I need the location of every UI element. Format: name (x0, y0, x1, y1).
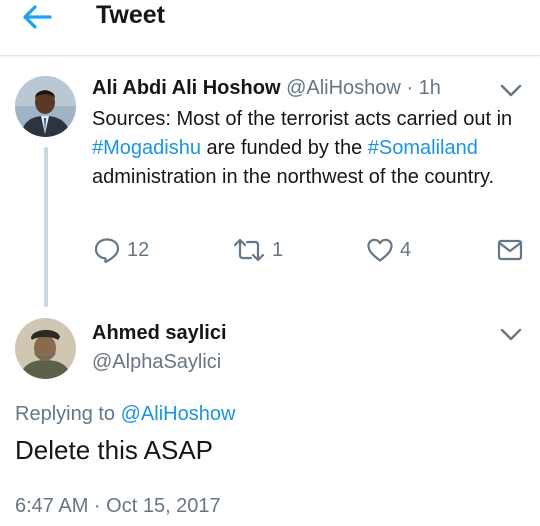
reply-author-name[interactable]: Ahmed saylici (92, 321, 227, 345)
tweet-text-part3: administration in the northwest of the c… (92, 166, 495, 188)
avatar-ahmed-saylici[interactable] (15, 318, 76, 379)
mention-link[interactable]: @AliHoshow (121, 403, 236, 425)
chevron-down-icon (500, 328, 522, 341)
retweet-icon (233, 238, 265, 262)
tweet-menu-button[interactable] (498, 80, 524, 100)
heart-icon (367, 238, 393, 262)
retweet-button[interactable]: 1 (232, 236, 283, 264)
reply-icon (94, 238, 120, 264)
hashtag-link[interactable]: #Somaliland (368, 137, 478, 159)
reply-menu-button[interactable] (498, 324, 524, 344)
timestamp: 6:47 AM · Oct 15, 2017 (15, 495, 221, 517)
back-arrow-icon (23, 5, 52, 29)
avatar-ali-hoshow[interactable] (15, 76, 76, 137)
direct-message-button[interactable] (497, 237, 523, 263)
envelope-icon (497, 239, 523, 261)
reply-author-handle[interactable]: @AlphaSaylici (92, 350, 221, 374)
like-count: 4 (400, 238, 412, 261)
replying-to-line: Replying to @AliHoshow (15, 402, 235, 426)
tweet-age: 1h (418, 77, 441, 99)
page-title: Tweet (96, 1, 165, 29)
author-name[interactable]: Ali Abdi Ali Hoshow (92, 77, 281, 99)
reply-text: Delete this ASAP (15, 435, 213, 465)
tweet-text: Sources: Most of the terrorist acts carr… (92, 105, 522, 192)
tweet-header: Ali Abdi Ali Hoshow @AliHoshow · 1h (92, 76, 441, 100)
retweet-count: 1 (272, 238, 284, 261)
replying-to-label: Replying to (15, 403, 116, 425)
author-handle[interactable]: @AliHoshow (286, 77, 401, 99)
back-button[interactable] (18, 2, 58, 32)
tweet-text-part2: are funded by the (200, 137, 368, 159)
reply-count: 12 (127, 238, 150, 261)
reply-button[interactable]: 12 (93, 236, 149, 264)
hashtag-link[interactable]: #Mogadishu (92, 137, 201, 159)
like-button[interactable]: 4 (366, 236, 411, 264)
chevron-down-icon (500, 84, 522, 97)
top-bar: Tweet (0, 0, 540, 56)
thread-connector-line (44, 147, 48, 307)
dot-separator: · (406, 77, 414, 99)
tweet-text-part1: Sources: Most of the terrorist acts carr… (92, 108, 513, 130)
